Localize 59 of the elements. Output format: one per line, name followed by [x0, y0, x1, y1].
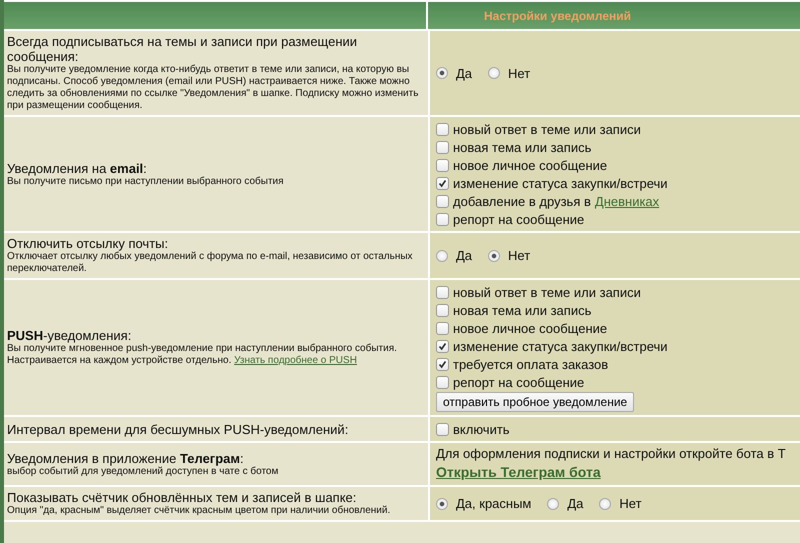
checkbox-label[interactable]: новое личное сообщение: [453, 320, 608, 336]
checkbox-label[interactable]: репорт на сообщение: [453, 212, 584, 226]
checkbox[interactable]: [436, 122, 449, 136]
radio-button[interactable]: [488, 67, 500, 79]
section-title: Настройки уведомлений: [484, 8, 632, 22]
checkbox-label[interactable]: изменение статуса закупки/встречи: [453, 338, 668, 354]
setting-label: Отключить отсылку почты:: [7, 236, 170, 251]
diaries-link[interactable]: Дневниках: [594, 194, 660, 208]
option-label[interactable]: Нет: [508, 248, 530, 263]
checkbox-label[interactable]: новый ответ в теме или записи: [453, 122, 641, 136]
option-label[interactable]: Нет: [619, 496, 642, 511]
setting-description: Вы получите письмо при наступлении выбранного события: [7, 176, 285, 188]
checkbox[interactable]: [436, 158, 449, 172]
checkbox-label[interactable]: добавление в друзья в: [453, 194, 591, 208]
option-label[interactable]: Да: [567, 496, 584, 511]
radio-button[interactable]: [436, 498, 448, 510]
option-label[interactable]: Да: [456, 66, 472, 80]
checkbox-label[interactable]: новая тема или запись: [453, 140, 592, 154]
checkbox[interactable]: [436, 194, 449, 208]
checkbox-label[interactable]: репорт на сообщение: [453, 374, 584, 390]
checkbox[interactable]: [436, 176, 449, 190]
radio-button[interactable]: [488, 250, 500, 262]
setting-label: Уведомления на email:: [7, 160, 148, 176]
option-label[interactable]: Да, красным: [456, 496, 532, 511]
send-test-button[interactable]: отправить пробное уведомление: [436, 392, 634, 412]
checkbox-label[interactable]: новое личное сообщение: [453, 158, 608, 172]
setting-description: Отключает отсылку любых уведомлений с форума по e-mail, независимо от остальных переключателей.: [7, 251, 414, 275]
setting-description: Вы получите мгновенное push-уведомление при наступлении выбранного события. Настраивается на каждом устройстве отдельно. Узнать подробнее о PUSH: [7, 343, 398, 367]
setting-label: Показывать счётчик обновлённых тем и записей в шапке:: [7, 490, 358, 505]
setting-label: PUSH-уведомления:: [7, 328, 132, 343]
option-label[interactable]: Да: [456, 248, 472, 263]
checkbox-label[interactable]: изменение статуса закупки/встречи: [453, 176, 668, 190]
checkbox[interactable]: [436, 358, 449, 370]
setting-label: Уведомления в приложение Телеграм:: [7, 450, 245, 466]
radio-button[interactable]: [599, 498, 612, 510]
checkbox[interactable]: [436, 286, 449, 298]
setting-label: Интервал времени для бесшумных PUSH-уведомлений:: [7, 422, 350, 436]
checkbox[interactable]: [436, 212, 449, 226]
open-bot-link[interactable]: Открыть Телеграм бота: [436, 464, 786, 480]
setting-description: Вы получите уведомление когда кто-нибудь ответит в теме или записи, на которую вы подписаны. Способ уведомления (email или PUSH) настраивается ниже. Также можно следить за обновлениями по ссылке "Уведомления" в шапке. Подписку можно изменить при размещении сообщения.: [7, 64, 420, 112]
checkbox[interactable]: [436, 376, 449, 388]
checkbox[interactable]: [436, 340, 449, 352]
radio-button[interactable]: [436, 250, 448, 262]
checkbox-label[interactable]: требуется оплата заказов: [453, 356, 608, 372]
checkbox-label[interactable]: новая тема или запись: [453, 302, 592, 318]
checkbox[interactable]: [436, 304, 449, 316]
checkbox[interactable]: [436, 422, 449, 436]
checkbox-label[interactable]: новый ответ в теме или записи: [453, 284, 641, 300]
setting-label: Всегда подписываться на темы и записи при размещении сообщения:: [7, 34, 358, 64]
learn-more-link[interactable]: Узнать подробнее о PUSH: [234, 355, 357, 366]
setting-description: выбор событий для уведомлений доступен в чате с ботом: [7, 466, 280, 478]
radio-button[interactable]: [547, 498, 560, 510]
checkbox[interactable]: [436, 140, 449, 154]
checkbox-label[interactable]: включить: [453, 422, 510, 436]
telegram-instructions: Для оформления подписки и настройки откройте бота в Т: [436, 446, 786, 461]
checkbox[interactable]: [436, 322, 449, 334]
radio-button[interactable]: [436, 67, 448, 79]
setting-description: Опция "да, красным" выделяет счётчик красным цветом при наличии обновлений.: [7, 505, 392, 517]
option-label[interactable]: Нет: [508, 66, 530, 80]
